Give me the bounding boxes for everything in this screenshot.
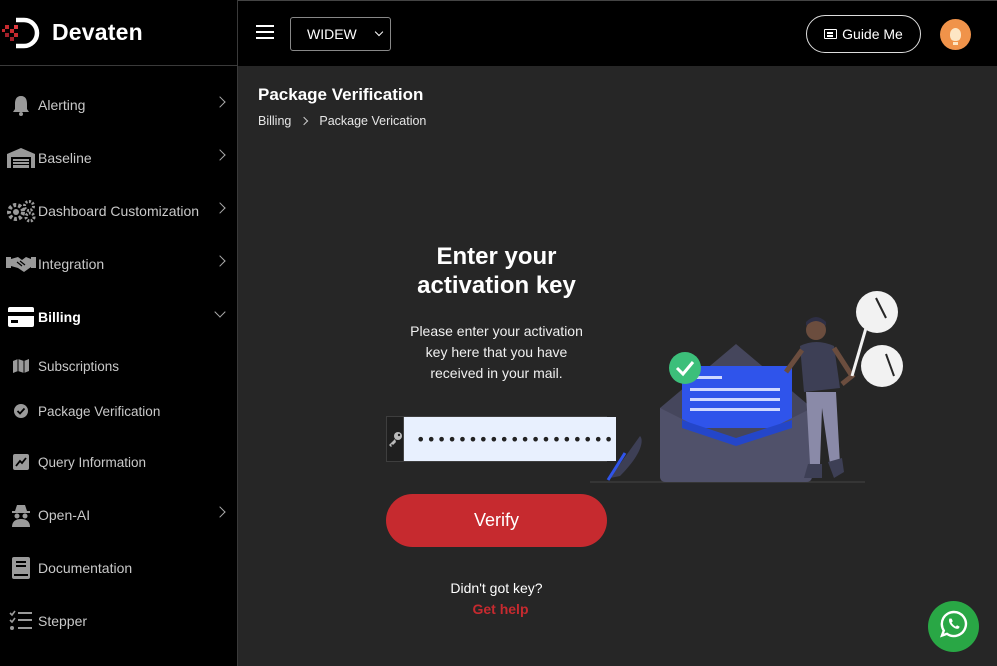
- sidebar-item-package-verification[interactable]: Package Verification: [0, 393, 238, 429]
- chevron-right-icon: [214, 149, 226, 161]
- chevron-right-icon: [214, 96, 226, 108]
- sidebar-item-label: Package Verification: [38, 403, 161, 419]
- gears-icon: [6, 198, 36, 224]
- get-help-link[interactable]: Get help: [390, 601, 611, 617]
- list-check-icon: [6, 608, 36, 634]
- sidebar: Devaten Alerting Baseline Dashboard Cust…: [0, 0, 238, 666]
- sidebar-item-query-information[interactable]: Query Information: [0, 444, 238, 480]
- guide-me-label: Guide Me: [842, 26, 903, 42]
- lightbulb-icon: [950, 28, 961, 45]
- breadcrumb: Billing Package Verication: [258, 114, 426, 128]
- top-bar: WIDEW Guide Me: [238, 0, 997, 66]
- whatsapp-button[interactable]: [928, 601, 979, 652]
- book-icon: [6, 555, 36, 581]
- sidebar-item-dashboard-customization[interactable]: Dashboard Customization: [0, 189, 238, 233]
- chevron-right-icon: [214, 255, 226, 267]
- sidebar-item-open-ai[interactable]: Open-AI: [0, 493, 238, 537]
- chevron-right-icon: [214, 202, 226, 214]
- map-icon: [10, 358, 32, 374]
- guide-icon: [824, 29, 838, 39]
- sidebar-item-label: Query Information: [38, 454, 147, 470]
- sidebar-item-documentation[interactable]: Documentation: [0, 546, 238, 590]
- sidebar-item-label: Integration: [38, 256, 105, 272]
- sidebar-item-baseline[interactable]: Baseline: [0, 136, 238, 180]
- sidebar-item-alerting[interactable]: Alerting: [0, 83, 238, 127]
- devaten-logo-icon: [2, 13, 42, 53]
- sidebar-item-stepper[interactable]: Stepper: [0, 599, 238, 643]
- activation-description: Please enter your activation key here th…: [386, 321, 607, 384]
- chevron-down-icon: [214, 306, 226, 318]
- activation-key-input[interactable]: [404, 417, 616, 461]
- verify-button[interactable]: Verify: [386, 494, 607, 547]
- warehouse-icon: [6, 145, 36, 171]
- bell-icon: [6, 92, 36, 118]
- sidebar-item-billing[interactable]: Billing: [0, 295, 238, 339]
- brand[interactable]: Devaten: [0, 0, 237, 66]
- avatar[interactable]: [940, 19, 971, 50]
- chevron-right-icon: [300, 116, 309, 126]
- chevron-right-icon: [214, 506, 226, 518]
- sidebar-item-label: Billing: [38, 309, 81, 325]
- sidebar-item-label: Documentation: [38, 560, 133, 576]
- sidebar-item-label: Stepper: [38, 613, 88, 629]
- sidebar-item-integration[interactable]: Integration: [0, 242, 238, 286]
- whatsapp-icon: [939, 609, 969, 644]
- desc-line-2: key here that you have: [425, 344, 568, 360]
- chart-icon: [10, 453, 32, 471]
- spy-icon: [6, 502, 36, 528]
- sidebar-item-subscriptions[interactable]: Subscriptions: [0, 348, 238, 384]
- credit-card-icon: [6, 304, 36, 330]
- workspace-select-value: WIDEW: [307, 26, 357, 42]
- workspace-select[interactable]: WIDEW: [290, 17, 391, 51]
- page-title: Package Verification: [258, 85, 424, 104]
- no-key-text: Didn't got key?: [450, 580, 543, 596]
- sidebar-item-label: Alerting: [38, 97, 86, 113]
- sidebar-item-label: Baseline: [38, 150, 92, 166]
- heading-line-1: Enter your: [436, 243, 557, 270]
- activation-heading: Enter your activation key: [386, 242, 607, 300]
- heading-line-2: activation key: [417, 272, 576, 299]
- sidebar-item-label: Dashboard Customization: [38, 203, 200, 219]
- guide-me-button[interactable]: Guide Me: [806, 15, 921, 53]
- sidebar-item-label: Open-AI: [38, 507, 91, 523]
- sidebar-item-label: Subscriptions: [38, 358, 120, 374]
- handshake-icon: [6, 251, 36, 277]
- hamburger-menu-icon[interactable]: [256, 25, 274, 39]
- activation-illustration: [590, 288, 910, 488]
- check-circle-icon: [10, 403, 32, 419]
- desc-line-1: Please enter your activation: [410, 323, 583, 339]
- chevron-down-icon: [374, 27, 384, 37]
- desc-line-3: received in your mail.: [430, 365, 563, 381]
- activation-key-field: [386, 416, 616, 462]
- brand-name: Devaten: [52, 19, 143, 45]
- key-icon: [387, 417, 404, 461]
- breadcrumb-billing[interactable]: Billing: [258, 114, 291, 128]
- breadcrumb-current: Package Verication: [319, 114, 427, 128]
